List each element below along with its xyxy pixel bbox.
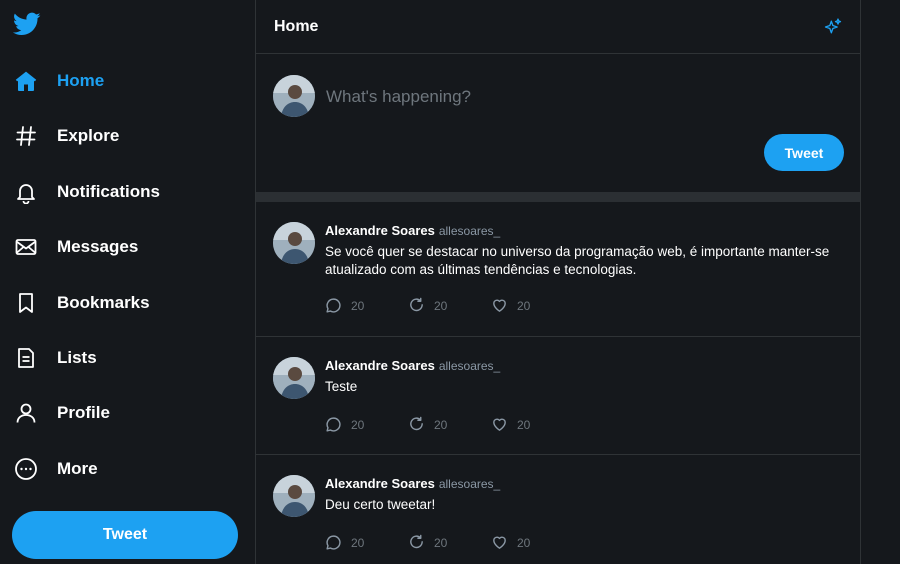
reply-button[interactable]: 20 [325, 534, 408, 551]
like-count: 20 [517, 535, 531, 550]
reply-icon [326, 298, 341, 313]
sidebar-item-notifications[interactable]: Notifications [0, 170, 240, 214]
tweet-actions: 20 20 20 [325, 534, 574, 551]
retweet-button[interactable]: 20 [408, 297, 491, 314]
author-name[interactable]: Alexandre Soares [325, 223, 435, 238]
tweet-header: Alexandre Soares allesoares_ [325, 357, 844, 375]
sidebar-item-label: Home [57, 71, 105, 90]
sidebar-tweet-button[interactable]: Tweet [12, 511, 238, 559]
retweet-count: 20 [434, 298, 448, 313]
hashtag-icon [13, 123, 39, 149]
like-button[interactable]: 20 [491, 534, 574, 551]
heart-icon [493, 418, 506, 431]
sidebar-item-more[interactable]: More [0, 447, 240, 491]
bell-icon [13, 179, 39, 205]
retweet-count: 20 [434, 535, 448, 550]
sidebar-item-label: More [57, 459, 98, 478]
avatar[interactable] [273, 222, 315, 264]
sparkle-icon[interactable] [822, 16, 844, 38]
author-handle[interactable]: allesoares_ [439, 359, 500, 373]
author-handle[interactable]: allesoares_ [439, 224, 500, 238]
tweet-text: Se você quer se destacar no universo da … [325, 244, 830, 277]
envelope-icon [13, 234, 39, 260]
avatar[interactable] [273, 357, 315, 399]
like-button[interactable]: 20 [491, 297, 574, 314]
tweet-text: Teste [325, 379, 358, 394]
compose-tweet-button[interactable]: Tweet [764, 134, 844, 171]
tweet-item[interactable]: Alexandre Soares allesoares_ Teste 20 20 … [256, 337, 860, 455]
tweet-actions: 20 20 20 [325, 297, 574, 314]
retweet-button[interactable]: 20 [408, 534, 491, 551]
retweet-icon [410, 297, 423, 312]
author-handle[interactable]: allesoares_ [439, 477, 500, 491]
tweet-composer: Tweet [256, 54, 860, 192]
avatar[interactable] [273, 75, 315, 117]
home-icon [13, 68, 39, 94]
reply-button[interactable]: 20 [325, 416, 408, 433]
sidebar-item-label: Profile [57, 403, 110, 422]
retweet-icon [410, 534, 423, 549]
sidebar-item-profile[interactable]: Profile [0, 391, 240, 435]
sidebar-item-label: Notifications [57, 182, 160, 201]
like-count: 20 [517, 298, 531, 313]
page-title: Home [274, 17, 319, 35]
sidebar-item-messages[interactable]: Messages [0, 225, 240, 269]
reply-icon [326, 535, 341, 550]
heart-icon [493, 536, 506, 549]
bookmark-icon [13, 290, 39, 316]
sidebar-item-lists[interactable]: Lists [0, 336, 240, 380]
sidebar-item-label: Explore [57, 126, 120, 145]
sidebar-item-bookmarks[interactable]: Bookmarks [0, 281, 240, 325]
retweet-icon [410, 416, 423, 431]
section-divider [256, 192, 860, 202]
retweet-button[interactable]: 20 [408, 416, 491, 433]
reply-icon [326, 417, 341, 432]
tweet-item[interactable]: Alexandre Soares allesoares_ Se você quer… [256, 202, 860, 337]
tweet-body: Alexandre Soares allesoares_ Deu certo tw… [325, 475, 844, 514]
author-name[interactable]: Alexandre Soares [325, 476, 435, 491]
list-icon [13, 345, 39, 371]
sidebar-item-home[interactable]: Home [0, 59, 240, 103]
sidebar-item-explore[interactable]: Explore [0, 114, 240, 158]
reply-button[interactable]: 20 [325, 297, 408, 314]
tweet-compose-input[interactable] [324, 84, 834, 110]
author-name[interactable]: Alexandre Soares [325, 358, 435, 373]
tweet-actions: 20 20 20 [325, 416, 574, 433]
heart-icon [493, 299, 506, 312]
sidebar: Home Explore Notifications Messages Book… [0, 0, 255, 564]
tweet-item[interactable]: Alexandre Soares allesoares_ Deu certo tw… [256, 455, 860, 564]
reply-count: 20 [351, 298, 365, 313]
main-timeline: Home Tweet [255, 0, 861, 564]
user-icon [13, 400, 39, 426]
more-icon [13, 456, 39, 482]
retweet-count: 20 [434, 417, 448, 432]
timeline-header: Home [256, 0, 860, 54]
tweet-header: Alexandre Soares allesoares_ [325, 475, 844, 493]
sidebar-item-label: Lists [57, 348, 97, 367]
like-count: 20 [517, 417, 531, 432]
tweet-body: Alexandre Soares allesoares_ Se você quer… [325, 222, 844, 279]
tweet-body: Alexandre Soares allesoares_ Teste [325, 357, 844, 396]
tweet-text: Deu certo tweetar! [325, 497, 436, 512]
twitter-bird-icon[interactable] [12, 10, 41, 38]
avatar[interactable] [273, 475, 315, 517]
like-button[interactable]: 20 [491, 416, 574, 433]
reply-count: 20 [351, 535, 365, 550]
tweet-header: Alexandre Soares allesoares_ [325, 222, 844, 240]
app-window: Home Explore Notifications Messages Book… [0, 0, 900, 564]
reply-count: 20 [351, 417, 365, 432]
sidebar-item-label: Messages [57, 237, 139, 256]
sidebar-item-label: Bookmarks [57, 293, 150, 312]
